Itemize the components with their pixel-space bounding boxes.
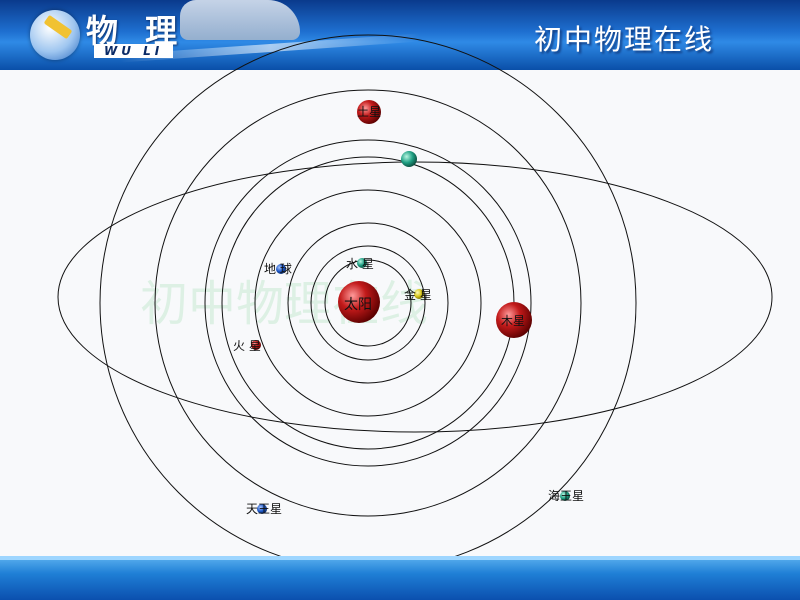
green-planet-sphere [401, 151, 417, 167]
venus-label: 金 星 [404, 287, 432, 302]
planet-mercury: 水 星 [346, 257, 374, 271]
footer-bar [0, 556, 800, 600]
watermark-text: 初中物理在线 [140, 276, 428, 332]
planet-mars: 火 星 [233, 339, 261, 353]
sun-label: 太阳 [344, 297, 372, 313]
planet-jupiter: 木星 [496, 302, 532, 338]
sun: 太阳 [338, 281, 380, 323]
planet-earth: 地 球 [264, 262, 292, 276]
planet-uranus: 天王星 [246, 502, 282, 516]
saturn-label: 土星 [357, 105, 381, 119]
planet-green [401, 151, 417, 167]
jupiter-label: 木星 [501, 314, 525, 328]
planet-saturn: 土星 [357, 100, 381, 124]
footer-highlight [0, 556, 800, 560]
earth-label: 地 球 [264, 262, 292, 276]
neptune-label: 海王星 [548, 488, 584, 503]
planet-venus: 金 星 [404, 287, 432, 302]
uranus-label: 天王星 [246, 502, 282, 516]
mercury-label: 水 星 [346, 257, 374, 271]
planet-neptune: 海王星 [548, 488, 584, 503]
mars-label: 火 星 [233, 339, 261, 353]
solar-system-diagram: 初中物理在线 太阳 水 星 金 星 地 球 火 星 木星 土星 天王星 海王星 [57, 34, 773, 572]
